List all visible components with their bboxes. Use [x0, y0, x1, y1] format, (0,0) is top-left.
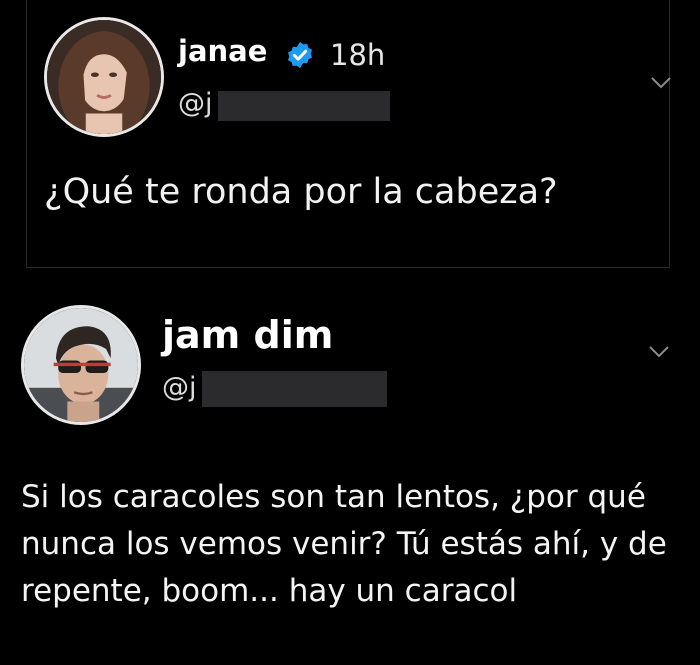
janae-avatar-image	[47, 20, 161, 134]
jam-dim-avatar-image	[24, 308, 138, 422]
chevron-down-icon[interactable]	[648, 345, 670, 359]
post-text-line: repente, boom... hay un caracol	[21, 573, 518, 609]
janae-display-name[interactable]: janae	[178, 34, 267, 68]
quoted-post-text: ¿Qué te ronda por la cabeza?	[44, 172, 558, 212]
janae-avatar[interactable]	[44, 17, 164, 137]
jam-dim-handle[interactable]: @j	[162, 372, 197, 403]
jam-dim-avatar[interactable]	[21, 305, 141, 425]
post-time: 18h	[330, 38, 386, 72]
janae-handle[interactable]: @j	[178, 88, 213, 119]
post-text: Si los caracoles son tan lentos, ¿por qu…	[21, 474, 667, 615]
handle-redaction	[202, 371, 387, 407]
post-text-line: nunca los vemos venir? Tú estás ahí, y d…	[21, 526, 667, 562]
jam-dim-display-name[interactable]: jam dim	[162, 313, 333, 357]
chevron-down-icon[interactable]	[650, 76, 672, 90]
verified-badge-icon	[288, 41, 312, 69]
post-text-line: Si los caracoles son tan lentos, ¿por qu…	[21, 479, 646, 515]
handle-redaction	[218, 91, 390, 121]
